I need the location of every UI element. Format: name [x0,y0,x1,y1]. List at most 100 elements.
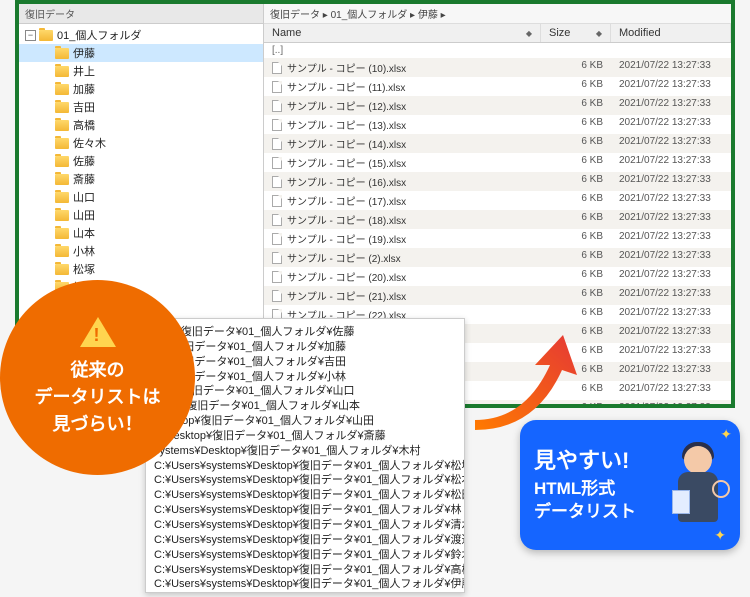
folder-icon [55,228,69,239]
tree-root-label: 01_個人フォルダ [57,27,141,43]
collapse-icon[interactable]: − [25,30,36,41]
file-name-text: サンプル - コピー (14).xlsx [287,136,406,151]
plain-path-line: C:¥Users¥systems¥Desktop¥復旧データ¥01_個人フォルダ… [154,577,456,592]
file-size-cell: 6 KB [541,305,611,324]
file-row[interactable]: サンプル - コピー (16).xlsx6 KB2021/07/22 13:27… [264,172,731,191]
file-name-text: サンプル - コピー (18).xlsx [287,212,406,227]
sort-icon: ◆ [596,29,602,38]
tree-item-label: 井上 [73,63,95,79]
blue-callout-badge: ✦ ✦ 見やすい! HTML形式 データリスト [520,420,740,550]
file-size-cell: 6 KB [541,58,611,77]
file-row[interactable]: サンプル - コピー (17).xlsx6 KB2021/07/22 13:27… [264,191,731,210]
tree-folder-item[interactable]: 山口 [19,188,263,206]
tree-item-label: 斎藤 [73,171,95,187]
tree-folder-item[interactable]: 山本 [19,224,263,242]
file-name-text: サンプル - コピー (17).xlsx [287,193,406,208]
file-row[interactable]: サンプル - コピー (15).xlsx6 KB2021/07/22 13:27… [264,153,731,172]
file-modified-cell: 2021/07/22 13:27:33 [611,248,731,267]
tree-folder-item[interactable]: 松塚 [19,260,263,278]
file-modified-cell: 2021/07/22 13:27:33 [611,191,731,210]
blue-line2: HTML形式 [534,477,636,501]
file-name-cell: サンプル - コピー (18).xlsx [264,210,541,229]
file-icon [272,214,282,226]
file-row[interactable]: サンプル - コピー (18).xlsx6 KB2021/07/22 13:27… [264,210,731,229]
plain-path-line: ktop¥復旧データ¥01_個人フォルダ¥佐藤 [154,325,456,340]
plain-path-line: op¥復旧データ¥01_個人フォルダ¥小林 [154,370,456,385]
tree-folder-item[interactable]: 高橋 [19,116,263,134]
file-icon [272,62,282,74]
tree-folder-item[interactable]: 斎藤 [19,170,263,188]
file-modified-cell: 2021/07/22 13:27:33 [611,305,731,324]
tree-item-label: 伊藤 [73,45,95,61]
file-size-cell: 6 KB [541,77,611,96]
file-icon [272,271,282,283]
tree-item-label: 佐々木 [73,135,106,151]
plain-path-line: Desktop¥復旧データ¥01_個人フォルダ¥山田 [154,414,456,429]
column-modified-label: Modified [619,27,661,39]
file-size-cell: 6 KB [541,96,611,115]
tree-folder-item[interactable]: 加藤 [19,80,263,98]
file-name-cell: サンプル - コピー (2).xlsx [264,248,541,267]
file-row[interactable]: サンプル - コピー (19).xlsx6 KB2021/07/22 13:27… [264,229,731,248]
tree-item-label: 山田 [73,207,95,223]
orange-line3: 見づらい！ [35,411,161,438]
tree-root-item[interactable]: − 01_個人フォルダ [19,26,263,44]
file-row[interactable]: サンプル - コピー (13).xlsx6 KB2021/07/22 13:27… [264,115,731,134]
file-modified-cell: 2021/07/22 13:27:33 [611,115,731,134]
folder-icon [55,102,69,113]
file-name-cell: サンプル - コピー (19).xlsx [264,229,541,248]
column-header-size[interactable]: Size ◆ [541,24,611,42]
sort-icon: ◆ [526,29,532,38]
file-modified-cell: 2021/07/22 13:27:33 [611,172,731,191]
file-size-cell: 6 KB [541,134,611,153]
tree-folder-item[interactable]: 山田 [19,206,263,224]
file-icon [272,119,282,131]
tree-header: 復旧データ [19,4,263,24]
tree-folder-item[interactable]: 吉田 [19,98,263,116]
file-row[interactable]: サンプル - コピー (14).xlsx 6 KB2021/07/22 13:27… [264,134,731,153]
updir-label: [..] [264,43,541,58]
file-name-text: サンプル - コピー (15).xlsx [287,155,406,170]
plain-path-line: op¥復旧データ¥01_個人フォルダ¥吉田 [154,355,456,370]
file-size-cell: 6 KB [541,229,611,248]
folder-icon [55,84,69,95]
plain-path-line: s¥Desktop¥復旧データ¥01_個人フォルダ¥斎藤 [154,429,456,444]
tree-folder-item[interactable]: 佐藤 [19,152,263,170]
file-name-text: サンプル - コピー (11).xlsx [287,79,405,94]
folder-icon [55,138,69,149]
file-size-cell: 6 KB [541,286,611,305]
file-modified-cell: 2021/07/22 13:27:33 [611,134,731,153]
warning-icon [80,317,116,347]
plain-path-line: systems¥Desktop¥復旧データ¥01_個人フォルダ¥木村 [154,444,456,459]
file-modified-cell: 2021/07/22 13:27:33 [611,381,731,400]
plain-path-line: C:¥Users¥systems¥Desktop¥復旧データ¥01_個人フォルダ… [154,563,456,578]
file-name-cell: サンプル - コピー (17).xlsx [264,191,541,210]
tree-folder-item[interactable]: 小林 [19,242,263,260]
breadcrumb[interactable]: 復旧データ ▸ 01_個人フォルダ ▸ 伊藤 ▸ [264,4,731,24]
file-name-text: サンプル - コピー (20).xlsx [287,269,406,284]
file-name-cell: サンプル - コピー (14).xlsx [264,134,541,153]
tree-folder-item[interactable]: 伊藤 [19,44,263,62]
tree-folder-item[interactable]: 井上 [19,62,263,80]
plain-path-line: ktop¥復旧データ¥01_個人フォルダ¥山口 [154,384,456,399]
tree-folder-item[interactable]: 佐々木 [19,134,263,152]
file-row[interactable]: サンプル - コピー (2).xlsx6 KB2021/07/22 13:27:… [264,248,731,267]
file-row[interactable]: サンプル - コピー (11).xlsx6 KB2021/07/22 13:27… [264,77,731,96]
file-name-cell: サンプル - コピー (13).xlsx [264,115,541,134]
updir-row[interactable]: [..] [264,43,731,58]
plain-path-line: C:¥Users¥systems¥Desktop¥復旧データ¥01_個人フォルダ… [154,473,456,488]
file-icon [272,157,282,169]
file-name-text: サンプル - コピー (21).xlsx [287,288,406,303]
file-row[interactable]: サンプル - コピー (10).xlsx6 KB2021/07/22 13:27… [264,58,731,77]
file-size-cell: 6 KB [541,172,611,191]
file-row[interactable]: サンプル - コピー (21).xlsx6 KB2021/07/22 13:27… [264,286,731,305]
file-name-text: サンプル - コピー (13).xlsx [287,117,406,132]
file-size-cell: 6 KB [541,267,611,286]
tree-item-label: 佐藤 [73,153,95,169]
column-header-name[interactable]: Name ◆ [264,24,541,42]
plain-path-line: sktop¥復旧データ¥01_個人フォルダ¥山本 [154,399,456,414]
file-size-cell: 6 KB [541,248,611,267]
file-row[interactable]: サンプル - コピー (20).xlsx6 KB2021/07/22 13:27… [264,267,731,286]
column-header-modified[interactable]: Modified [611,24,731,42]
file-row[interactable]: サンプル - コピー (12).xlsx6 KB2021/07/22 13:27… [264,96,731,115]
